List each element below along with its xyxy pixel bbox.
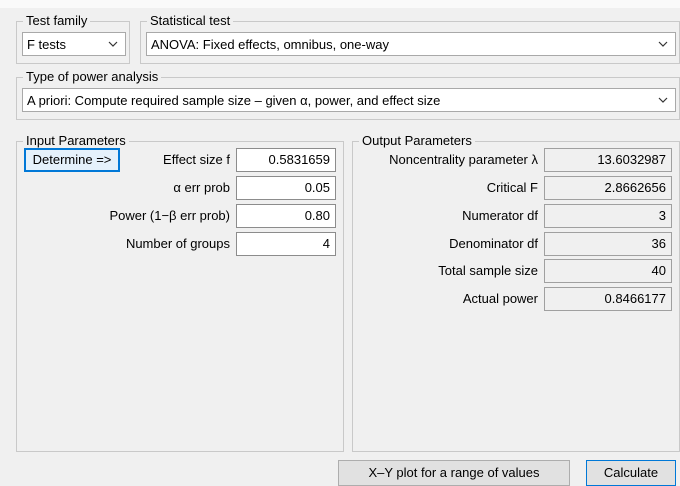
power-label: Power (1−β err prob) xyxy=(109,208,230,223)
power-analysis-select[interactable]: A priori: Compute required sample size –… xyxy=(22,88,676,112)
window-top-strip xyxy=(0,0,680,8)
power-input[interactable]: 0.80 xyxy=(236,204,336,228)
denominator-df-value: 36 xyxy=(544,232,672,256)
number-of-groups-input[interactable]: 4 xyxy=(236,232,336,256)
critical-f-label: Critical F xyxy=(486,180,538,195)
denominator-df-label: Denominator df xyxy=(449,236,538,251)
numerator-df-label: Numerator df xyxy=(462,208,538,223)
test-family-select[interactable]: F tests xyxy=(22,32,126,56)
effect-size-input[interactable]: 0.5831659 xyxy=(236,148,336,172)
number-of-groups-label: Number of groups xyxy=(125,236,230,251)
actual-power-value: 0.8466177 xyxy=(544,287,672,311)
chevron-down-icon xyxy=(658,41,668,47)
critical-f-value: 2.8662656 xyxy=(544,176,672,200)
alpha-err-input[interactable]: 0.05 xyxy=(236,176,336,200)
alpha-err-label: α err prob xyxy=(173,180,230,195)
determine-button[interactable]: Determine => xyxy=(24,148,120,172)
actual-power-label: Actual power xyxy=(462,291,538,306)
power-analysis-legend: Type of power analysis xyxy=(26,69,159,84)
statistical-test-value: ANOVA: Fixed effects, omnibus, one-way xyxy=(151,36,389,52)
effect-size-label: Effect size f xyxy=(163,152,230,167)
numerator-df-value: 3 xyxy=(544,204,672,228)
power-analysis-value: A priori: Compute required sample size –… xyxy=(27,92,441,108)
output-parameters-legend: Output Parameters xyxy=(362,133,472,148)
test-family-legend: Test family xyxy=(26,13,88,28)
statistical-test-select[interactable]: ANOVA: Fixed effects, omnibus, one-way xyxy=(146,32,676,56)
total-sample-size-label: Total sample size xyxy=(438,263,538,278)
noncentrality-label: Noncentrality parameter λ xyxy=(389,152,538,167)
input-parameters-legend: Input Parameters xyxy=(26,133,126,148)
xy-plot-button[interactable]: X–Y plot for a range of values xyxy=(338,460,570,486)
chevron-down-icon xyxy=(658,97,668,103)
statistical-test-legend: Statistical test xyxy=(150,13,231,28)
total-sample-size-value: 40 xyxy=(544,259,672,283)
calculate-button[interactable]: Calculate xyxy=(586,460,676,486)
noncentrality-value: 13.6032987 xyxy=(544,148,672,172)
test-family-value: F tests xyxy=(27,36,67,52)
chevron-down-icon xyxy=(108,41,118,47)
